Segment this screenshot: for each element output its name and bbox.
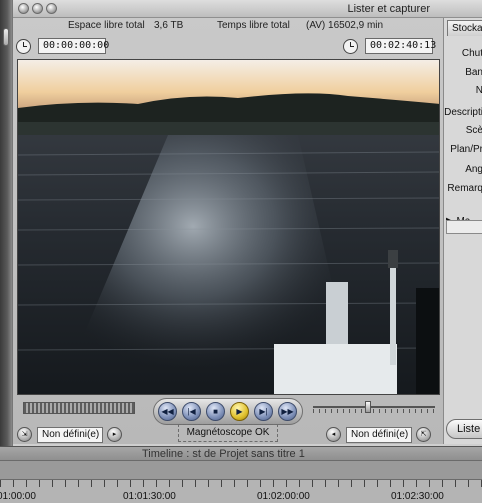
mark-in-icon[interactable]: ⇲ (17, 427, 32, 442)
transport-controls: ◀◀ |◀ ■ ▶ ▶| ▶▶ (153, 398, 303, 425)
logging-panel: Stocka Chut Ban N Descripti Scè Plan/Pr … (443, 18, 482, 444)
log-capture-window: Lister et capturer Espace libre total 3,… (12, 0, 482, 446)
ruler-timecode: 01:02:30:00 (391, 491, 444, 502)
close-button[interactable] (18, 3, 29, 14)
field-label-plan-prise: Plan/Pr (450, 144, 482, 155)
list-button[interactable]: Liste (446, 419, 482, 439)
tab-stockage[interactable]: Stocka (447, 20, 482, 36)
duration-timecode-field[interactable]: 00:02:40:13 (365, 38, 436, 54)
timeline-window: Timeline : st de Projet sans titre 1 01:… (0, 446, 482, 503)
field-label-nom: N (476, 85, 482, 96)
ruler-timecode: 01:00:00 (0, 491, 36, 502)
fast-forward-button[interactable]: ▶▶ (278, 402, 297, 421)
stop-button[interactable]: ■ (206, 402, 225, 421)
jog-slider[interactable] (313, 401, 435, 413)
timecode-clock-icon (343, 39, 358, 54)
timeline-title-bar: Timeline : st de Projet sans titre 1 (0, 447, 482, 461)
jog-track (313, 406, 435, 408)
rewind-button[interactable]: ◀◀ (158, 402, 177, 421)
minimize-button[interactable] (32, 3, 43, 14)
mark-out-icon[interactable]: ⇱ (416, 427, 431, 442)
vcr-status: Magnétoscope OK (178, 424, 278, 442)
ruler-timecode: 01:01:30:00 (123, 491, 176, 502)
ruler-timecode: 01:02:00:00 (257, 491, 310, 502)
clip-duration-clock-icon (16, 39, 31, 54)
next-frame-button[interactable]: ▶| (254, 402, 273, 421)
timeline-ruler[interactable]: 01:00:00 01:01:30:00 01:02:00:00 01:02:3… (0, 479, 482, 503)
timeline-title: Timeline : st de Projet sans titre 1 (142, 448, 305, 460)
field-label-remarque: Remarq (447, 183, 482, 194)
free-space-value: 3,6 TB (154, 20, 184, 31)
previous-frame-button[interactable]: |◀ (182, 402, 201, 421)
free-time-label: Temps libre total (217, 20, 290, 31)
video-preview (17, 59, 440, 395)
field-label-description: Descripti (444, 107, 482, 118)
out-point-field[interactable]: Non défini(e) (346, 427, 412, 443)
video-frame-image (18, 60, 439, 394)
in-point-field[interactable]: Non défini(e) (37, 427, 103, 443)
go-to-in-icon[interactable]: ▸ (107, 427, 122, 442)
go-to-out-icon[interactable]: ◂ (326, 427, 341, 442)
field-label-bande: Ban (465, 67, 482, 78)
jog-thumb[interactable] (365, 401, 371, 413)
zoom-button[interactable] (46, 3, 57, 14)
marker-field[interactable] (446, 220, 482, 234)
play-button[interactable]: ▶ (230, 402, 249, 421)
background-app-edge (0, 0, 12, 446)
free-time-value: (AV) 16502,9 min (306, 20, 384, 31)
timeline-toolbar (0, 461, 482, 479)
jog-ticks (313, 409, 435, 413)
current-timecode-field[interactable]: 00:00:00:00 (38, 38, 109, 54)
shuttle-control[interactable] (23, 402, 135, 414)
scroll-knob[interactable] (3, 28, 9, 46)
field-label-scene: Scè (465, 125, 482, 136)
viewer-panel: Espace libre total 3,6 TB Temps libre to… (13, 18, 443, 444)
field-label-angle: Ang (465, 164, 482, 175)
ruler-ticks (0, 480, 482, 487)
title-bar: Lister et capturer (13, 0, 482, 18)
field-label-chutier: Chut (461, 48, 482, 59)
free-space-label: Espace libre total (68, 20, 145, 31)
window-title: Lister et capturer (347, 3, 430, 15)
